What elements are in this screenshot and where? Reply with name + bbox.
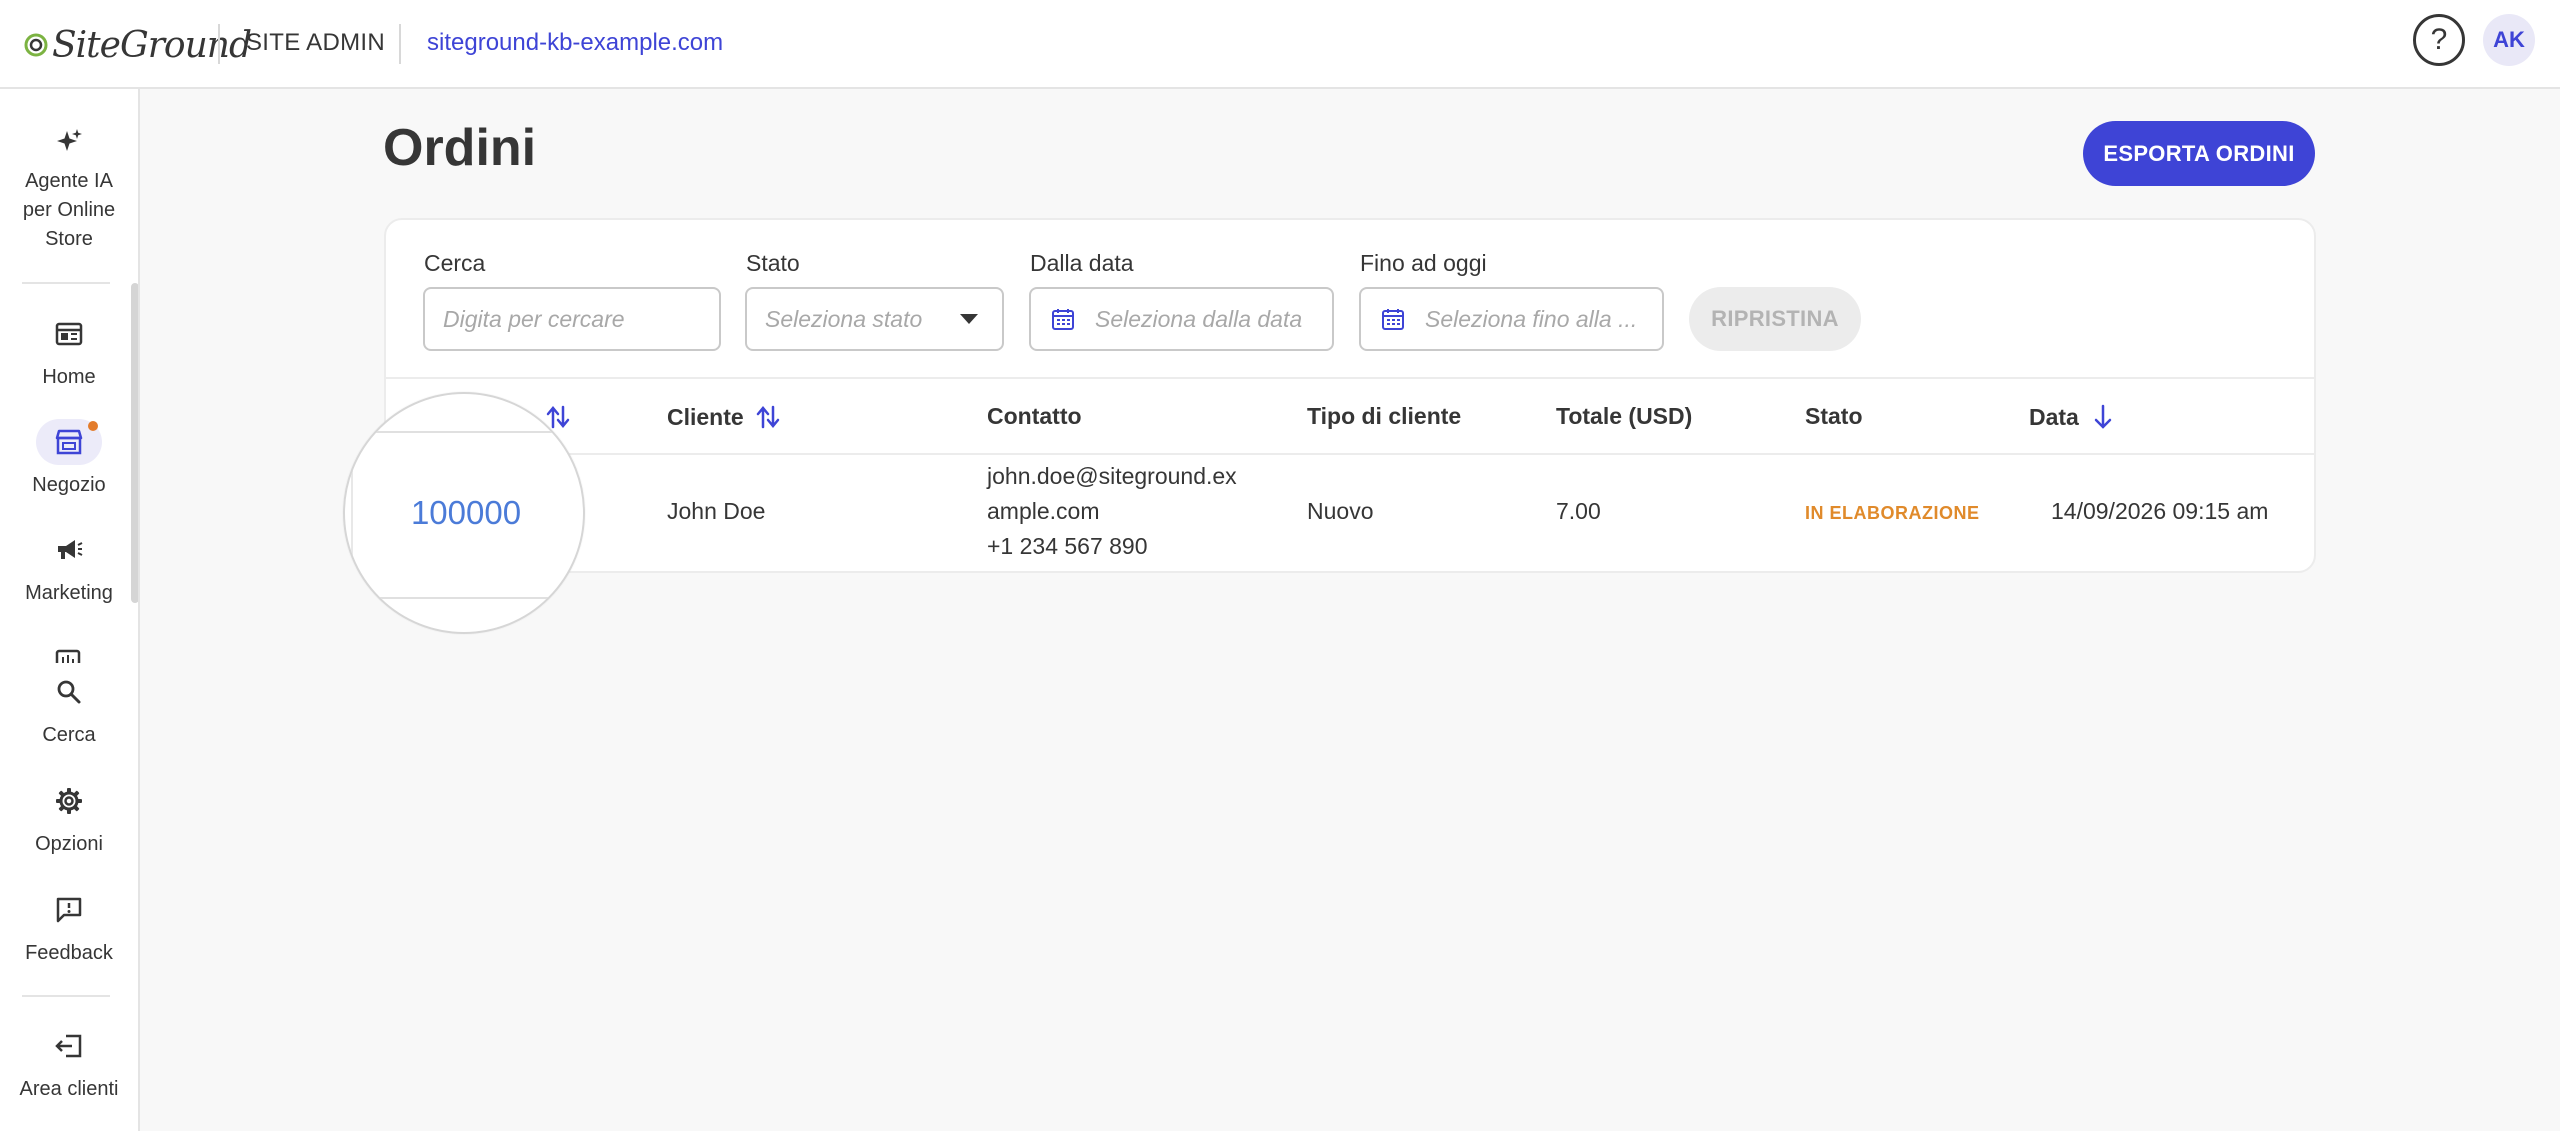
customer-name: John Doe xyxy=(667,498,766,524)
sidebar-item-store[interactable]: Negozio xyxy=(0,419,138,500)
sidebar-item-search[interactable]: Cerca xyxy=(0,669,138,750)
home-icon xyxy=(36,311,102,357)
site-url-link[interactable]: siteground-kb-example.com xyxy=(427,29,723,57)
sidebar-item-options[interactable]: Opzioni xyxy=(0,778,138,859)
magnified-header-border xyxy=(345,431,583,433)
to-date-picker[interactable]: Seleziona fino alla ... xyxy=(1359,287,1664,351)
column-customer-type: Tipo di cliente xyxy=(1307,403,1461,430)
sidebar-item-feedback[interactable]: Feedback xyxy=(0,887,138,968)
column-date-label: Data xyxy=(2029,403,2079,430)
table-header: Cliente Contatto Tipo di cliente Totale … xyxy=(386,377,2314,455)
section-title: SITE ADMIN xyxy=(246,29,386,56)
reset-button[interactable]: RIPRISTINA xyxy=(1689,287,1861,351)
search-placeholder: Digita per cercare xyxy=(443,305,625,332)
sparkle-icon xyxy=(36,119,102,165)
order-total: 7.00 xyxy=(1556,498,1601,524)
chevron-down-icon xyxy=(960,314,978,324)
top-header: SiteGround SITE ADMIN siteground-kb-exam… xyxy=(0,0,2560,89)
sidebar-item-label: Area clienti xyxy=(19,1078,119,1100)
to-date-placeholder: Seleziona fino alla ... xyxy=(1425,305,1638,332)
orders-card: Cerca Digita per cercare Stato Seleziona… xyxy=(384,218,2316,573)
sidebar-item-label: Negozio xyxy=(32,474,106,496)
from-date-picker[interactable]: Seleziona dalla data xyxy=(1029,287,1334,351)
sidebar-divider xyxy=(22,282,110,284)
column-status: Stato xyxy=(1805,403,1863,430)
column-customer[interactable]: Cliente xyxy=(667,403,780,431)
page-title: Ordini xyxy=(383,119,537,177)
megaphone-icon xyxy=(36,527,102,573)
user-avatar[interactable]: AK xyxy=(2483,14,2535,66)
column-date[interactable]: Data xyxy=(2029,403,2115,431)
search-label: Cerca xyxy=(424,250,486,276)
from-date-placeholder: Seleziona dalla data xyxy=(1095,305,1303,332)
column-customer-type-label: Tipo di cliente xyxy=(1307,403,1462,429)
sidebar-item-marketing[interactable]: Marketing xyxy=(0,527,138,608)
status-label: Stato xyxy=(746,250,800,276)
help-icon: ? xyxy=(2430,23,2448,56)
order-date: 14/09/2026 09:15 am xyxy=(2051,498,2269,524)
sidebar-item-label: Opzioni xyxy=(35,833,103,855)
calendar-icon xyxy=(1381,307,1405,331)
feedback-icon xyxy=(36,887,102,933)
status-badge: IN ELABORAZIONE xyxy=(1805,503,1980,523)
calendar-icon xyxy=(1051,307,1075,331)
header-divider xyxy=(218,24,220,64)
column-total-label: Totale (USD) xyxy=(1556,403,1693,429)
sort-icon xyxy=(756,405,779,429)
sidebar-item-label: Home xyxy=(42,366,96,388)
sidebar-item-ai-agent[interactable]: Agente IA per Online Store xyxy=(0,119,138,254)
column-contact: Contatto xyxy=(987,403,1082,430)
siteground-logo[interactable]: SiteGround xyxy=(24,24,252,66)
sidebar-item-client-area[interactable]: Area clienti xyxy=(0,1023,138,1104)
sidebar-item-label: Marketing xyxy=(25,582,113,604)
magnifier-overlay: 100000 xyxy=(343,392,585,634)
header-divider xyxy=(399,24,401,64)
search-input[interactable]: Digita per cercare xyxy=(423,287,721,351)
to-date-label: Fino ad oggi xyxy=(1360,250,1487,276)
order-id-link[interactable]: 100000 xyxy=(345,494,583,532)
from-date-label: Dalla data xyxy=(1030,250,1134,276)
column-total: Totale (USD) xyxy=(1556,403,1692,430)
gear-icon xyxy=(36,778,102,824)
notification-dot xyxy=(88,421,98,431)
store-icon xyxy=(36,419,102,465)
contact-email-line1: john.doe@siteground.ex xyxy=(987,463,1237,489)
magnified-row-border xyxy=(345,597,583,599)
sidebar-scrollbar[interactable] xyxy=(131,283,138,603)
logo-text: SiteGround xyxy=(52,24,252,66)
customer-type: Nuovo xyxy=(1307,498,1374,524)
export-orders-button[interactable]: ESPORTA ORDINI xyxy=(2083,121,2315,186)
sort-descending-icon xyxy=(2094,404,2112,429)
status-placeholder: Seleziona stato xyxy=(765,305,923,332)
sidebar-divider xyxy=(22,995,110,997)
sidebar-item-label: Feedback xyxy=(25,942,113,964)
contact-email-line2: ample.com xyxy=(987,498,1100,524)
column-customer-label: Cliente xyxy=(667,403,744,430)
help-button[interactable]: ? xyxy=(2413,14,2465,66)
search-icon xyxy=(36,669,102,715)
logout-icon xyxy=(36,1023,102,1069)
sidebar: Agente IA per Online Store Home Negozio xyxy=(0,89,140,1131)
siteground-logo-mark xyxy=(24,33,48,57)
reports-icon-partial xyxy=(55,649,83,673)
column-status-label: Stato xyxy=(1805,403,1863,429)
contact-phone: +1 234 567 890 xyxy=(987,533,1148,559)
status-select[interactable]: Seleziona stato xyxy=(745,287,1004,351)
sidebar-item-label: Agente IA per Online Store xyxy=(22,170,116,250)
column-contact-label: Contatto xyxy=(987,403,1082,429)
sidebar-item-home[interactable]: Home xyxy=(0,311,138,392)
sidebar-item-label: Cerca xyxy=(42,724,96,746)
